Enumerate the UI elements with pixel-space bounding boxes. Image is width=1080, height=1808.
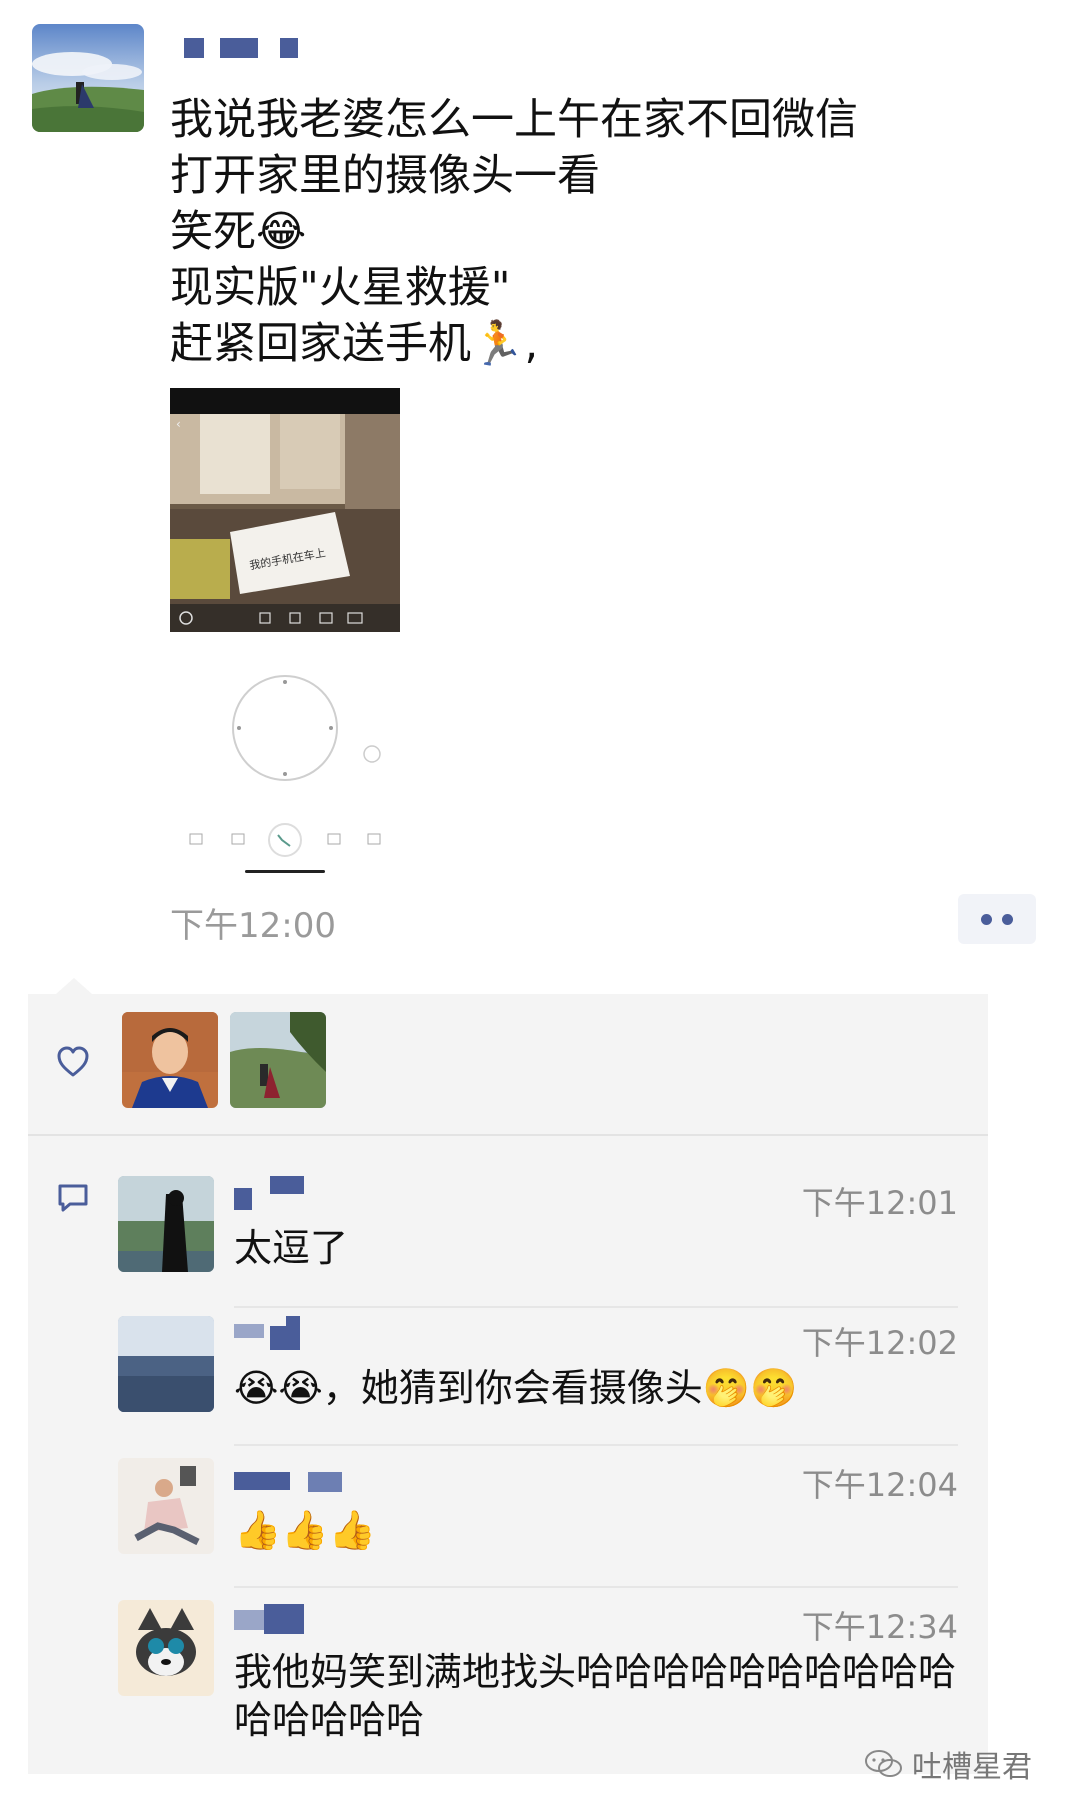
comment-time: 下午12:34 <box>801 1608 958 1646</box>
svg-text:‹: ‹ <box>176 417 181 431</box>
commenter-name[interactable] <box>234 1176 374 1210</box>
image-status-bar <box>170 388 400 414</box>
comment-item[interactable]: 下午12:02 😭😭，她猜到你会看摄像头🤭🤭 <box>118 1316 988 1446</box>
watermark: 吐槽星君 <box>864 1742 1032 1786</box>
panel-divider <box>28 1134 988 1136</box>
commenter-name[interactable] <box>234 1316 374 1350</box>
comment-item[interactable]: 下午12:01 太逗了 <box>118 1176 988 1308</box>
post-line: 我说我老婆怎么一上午在家不回微信 <box>170 95 858 145</box>
post-text: 我说我老婆怎么一上午在家不回微信 打开家里的摄像头一看 笑死😂 现实版"火星救援… <box>170 92 1030 372</box>
liker-avatar[interactable] <box>122 1012 218 1108</box>
comment-item[interactable]: 下午12:04 👍👍👍 <box>118 1458 988 1588</box>
moments-page: 我说我老婆怎么一上午在家不回微信 打开家里的摄像头一看 笑死😂 现实版"火星救援… <box>0 0 1080 1808</box>
wechat-icon <box>865 1750 902 1777</box>
heart-icon <box>56 1046 90 1082</box>
commenter-avatar[interactable] <box>118 1176 214 1272</box>
comment-time: 下午12:01 <box>801 1184 958 1222</box>
camera-controls <box>170 632 400 878</box>
comment-item[interactable]: 下午12:34 我他妈笑到满地找头哈哈哈哈哈哈哈哈哈哈哈哈哈哈哈 <box>118 1600 988 1760</box>
post-line: 笑死😂 <box>170 207 307 257</box>
commenter-name[interactable] <box>234 1600 374 1634</box>
commenter-avatar[interactable] <box>118 1458 214 1554</box>
more-options-button[interactable] <box>958 894 1036 944</box>
comment-icon <box>56 1182 90 1218</box>
likes-comments-panel: 下午12:01 太逗了 下午12:02 😭😭，她猜到你会看摄像头🤭🤭 下午12:… <box>28 994 988 1774</box>
post-line: 打开家里的摄像头一看 <box>170 151 600 201</box>
comment-time: 下午12:02 <box>801 1324 958 1362</box>
post-line: 赶紧回家送手机🏃, <box>170 319 539 369</box>
commenter-avatar[interactable] <box>118 1600 214 1696</box>
comment-divider <box>234 1444 958 1446</box>
comment-text: 我他妈笑到满地找头哈哈哈哈哈哈哈哈哈哈哈哈哈哈哈 <box>234 1650 957 1742</box>
post-time: 下午12:00 <box>170 906 336 946</box>
dot-icon <box>1002 913 1013 925</box>
camera-feed-photo: 我的手机在车上 ‹ <box>170 414 400 632</box>
commenter-name[interactable] <box>234 1458 374 1492</box>
comment-text: 太逗了 <box>234 1226 349 1270</box>
comment-divider <box>234 1306 958 1308</box>
comment-text: 👍👍👍 <box>234 1508 376 1552</box>
dot-icon <box>981 913 992 925</box>
liker-avatar[interactable] <box>230 1012 326 1108</box>
likes-row <box>28 994 988 1134</box>
comment-divider <box>234 1586 958 1588</box>
post-image[interactable]: 我的手机在车上 ‹ <box>170 388 400 878</box>
panel-pointer <box>56 978 92 994</box>
post-author-avatar[interactable] <box>32 24 144 132</box>
post-line: 现实版"火星救援" <box>170 263 511 313</box>
commenter-avatar[interactable] <box>118 1316 214 1412</box>
comment-text: 😭😭，她猜到你会看摄像头🤭🤭 <box>234 1366 798 1410</box>
watermark-text: 吐槽星君 <box>912 1750 1032 1785</box>
comment-time: 下午12:04 <box>801 1466 958 1504</box>
